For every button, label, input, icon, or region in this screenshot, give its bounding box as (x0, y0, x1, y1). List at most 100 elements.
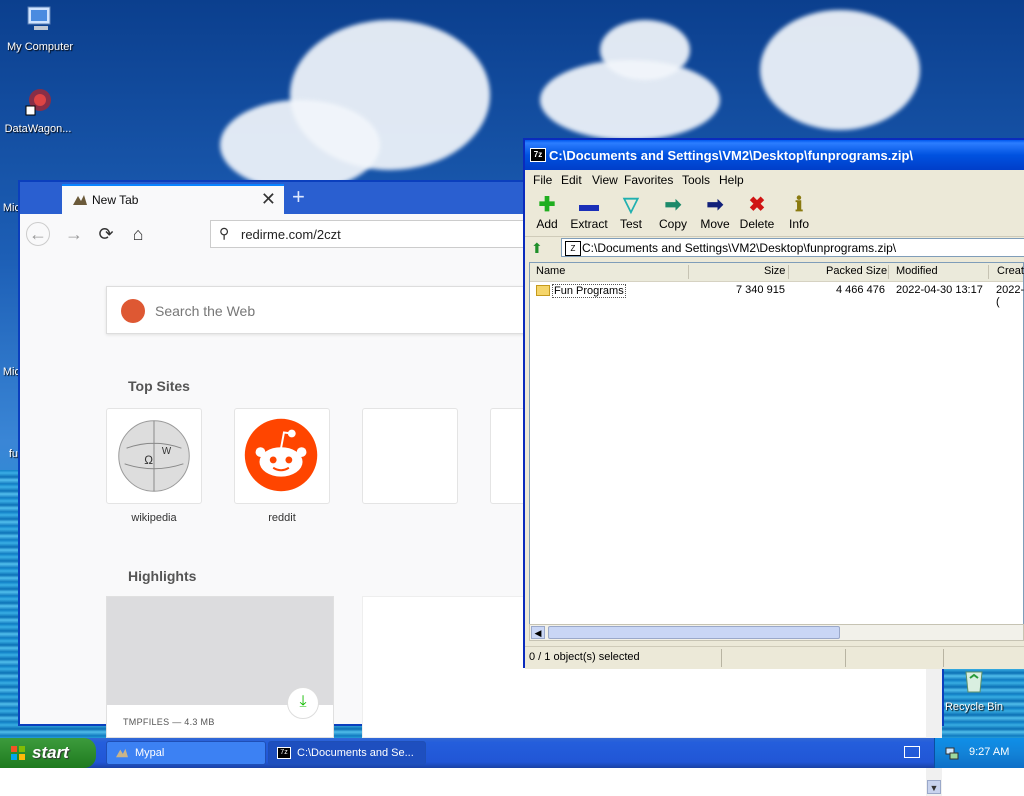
path-text: C:\Documents and Settings\VM2\Desktop\fu… (582, 241, 897, 255)
menu-help[interactable]: Help (719, 173, 744, 187)
desktop-icon-label: My Computer (6, 41, 74, 53)
clock[interactable]: 9:27 AM (969, 746, 1009, 758)
back-button[interactable]: ← (26, 222, 50, 246)
sevenzip-titlebar[interactable]: 7z C:\Documents and Settings\VM2\Desktop… (525, 140, 1024, 170)
move-button[interactable]: ➡ Move (695, 193, 735, 231)
desktop-icon-label: Recycle Bin (944, 701, 1004, 713)
horizontal-scrollbar[interactable]: ◀ (529, 624, 1024, 641)
add-button[interactable]: ✚ Add (527, 193, 567, 231)
scroll-down-icon[interactable]: ▼ (927, 780, 941, 794)
desktop-icon-my-computer[interactable]: My Computer (0, 4, 80, 53)
menu-bar: File Edit View Favorites Tools Help (525, 170, 1024, 190)
column-packed-size[interactable]: Packed Size (826, 265, 887, 277)
mypal-favicon-icon (116, 748, 128, 758)
file-name: Fun Programs (552, 284, 626, 298)
up-folder-icon[interactable]: ⬆ (531, 240, 547, 256)
file-size: 7 340 915 (736, 284, 785, 296)
folder-icon (536, 285, 550, 296)
keyboard-icon[interactable] (904, 746, 920, 758)
system-tray: 9:27 AM (934, 738, 1024, 768)
start-label: start (32, 743, 69, 762)
datawagon-icon (25, 89, 51, 116)
copy-button[interactable]: ➡ Copy (653, 193, 693, 231)
file-created: 2022-( (996, 284, 1024, 308)
desktop-icon-label: Mic (2, 366, 20, 378)
home-button[interactable]: ⌂ (126, 222, 150, 246)
top-site-empty[interactable] (362, 408, 458, 504)
menu-view[interactable]: View (592, 173, 618, 187)
top-site-reddit[interactable] (234, 408, 330, 504)
reload-button[interactable]: ⟳ (94, 222, 118, 246)
status-bar: 0 / 1 object(s) selected (525, 646, 1024, 669)
column-created[interactable]: Creat (997, 265, 1024, 277)
path-bar: ⬆ Z C:\Documents and Settings\VM2\Deskto… (525, 237, 1024, 259)
file-row[interactable]: Fun Programs 7 340 915 4 466 476 2022-04… (530, 283, 1024, 308)
extract-button[interactable]: ▬ Extract (569, 193, 609, 231)
download-icon: ⤓ (287, 687, 319, 719)
tab-close-icon[interactable]: ✕ (261, 189, 276, 210)
forward-button[interactable]: → (62, 222, 86, 246)
menu-favorites[interactable]: Favorites (624, 173, 673, 187)
taskbar-item-sevenzip[interactable]: 7z C:\Documents and Se... (268, 741, 426, 765)
desktop-icon-mic-2[interactable]: Mic (0, 366, 20, 378)
scroll-left-icon[interactable]: ◀ (531, 626, 545, 639)
file-list[interactable]: Name Size Packed Size Modified Creat Fun… (529, 262, 1024, 626)
menu-edit[interactable]: Edit (561, 173, 582, 187)
desktop-icon-mic-1[interactable]: Mic (0, 202, 20, 214)
column-name[interactable]: Name (536, 265, 565, 277)
wikipedia-globe-icon: ΩW (118, 420, 190, 492)
start-button[interactable]: start (0, 738, 96, 768)
desktop-icon-fu[interactable]: fu (0, 448, 18, 460)
path-field[interactable]: Z C:\Documents and Settings\VM2\Desktop\… (561, 238, 1024, 257)
file-list-header: Name Size Packed Size Modified Creat (530, 263, 1024, 282)
sevenzip-logo-icon: 7z (277, 747, 291, 759)
menu-tools[interactable]: Tools (682, 173, 710, 187)
taskbar-item-label: C:\Documents and Se... (297, 747, 414, 759)
toolbar-label: Copy (658, 217, 687, 231)
cloud (600, 20, 690, 80)
top-site-label: reddit (268, 512, 296, 524)
toolbar-label: Info (788, 217, 809, 231)
toolbar-label: Delete (739, 217, 775, 231)
new-tab-button[interactable]: + (292, 184, 305, 210)
mypal-favicon-icon (73, 195, 87, 205)
scroll-thumb[interactable] (548, 626, 840, 639)
search-placeholder: Search the Web (155, 303, 256, 319)
sevenzip-window: 7z C:\Documents and Settings\VM2\Desktop… (523, 138, 1024, 669)
search-icon: ⚲ (219, 225, 230, 241)
column-modified[interactable]: Modified (896, 265, 938, 277)
info-button[interactable]: ℹ Info (779, 193, 819, 231)
taskbar-item-mypal[interactable]: Mypal (106, 741, 266, 765)
highlight-card[interactable]: ⤓ TMPFILES — 4.3 MB (106, 596, 334, 738)
web-search-input[interactable]: Search the Web (106, 286, 546, 334)
desktop-icon-label: DataWagon... (4, 123, 72, 135)
svg-text:Ω: Ω (144, 454, 153, 467)
window-title: C:\Documents and Settings\VM2\Desktop\fu… (549, 148, 914, 163)
highlight-caption: TMPFILES — 4.3 MB (123, 717, 215, 727)
url-text: redirme.com/2czt (241, 227, 341, 242)
cloud (760, 10, 920, 130)
tab-new-tab[interactable]: New Tab ✕ (62, 184, 284, 214)
toolbar-label: Extract (570, 217, 608, 231)
toolbar: ✚ Add ▬ Extract ▽ Test ➡ Copy ➡ Move ✖ D… (525, 190, 1024, 237)
desktop-icon-datawagon[interactable]: DataWagon... (0, 86, 78, 135)
reddit-icon (244, 418, 318, 492)
info-icon: ℹ (795, 194, 803, 216)
top-site-wikipedia[interactable]: ΩW (106, 408, 202, 504)
svg-text:W: W (162, 446, 172, 457)
taskbar: start Mypal 7z C:\Documents and Se... 9:… (0, 738, 1024, 768)
desktop-icon-recycle-bin[interactable]: Recycle Bin (934, 664, 1014, 713)
toolbar-label: Move (700, 217, 730, 231)
taskbar-item-label: Mypal (135, 747, 165, 759)
column-size[interactable]: Size (764, 265, 785, 277)
desktop-icon-label: fu (8, 448, 18, 460)
toolbar-label: Add (536, 217, 558, 231)
toolbar-label: Test (619, 217, 642, 231)
menu-file[interactable]: File (533, 173, 552, 187)
test-button[interactable]: ▽ Test (611, 193, 651, 231)
network-icon[interactable] (945, 746, 959, 760)
url-bar[interactable]: ⚲ redirme.com/2czt (210, 220, 550, 248)
delete-button[interactable]: ✖ Delete (737, 193, 777, 231)
file-modified: 2022-04-30 13:17 (896, 284, 983, 296)
highlights-title: Highlights (128, 568, 197, 584)
